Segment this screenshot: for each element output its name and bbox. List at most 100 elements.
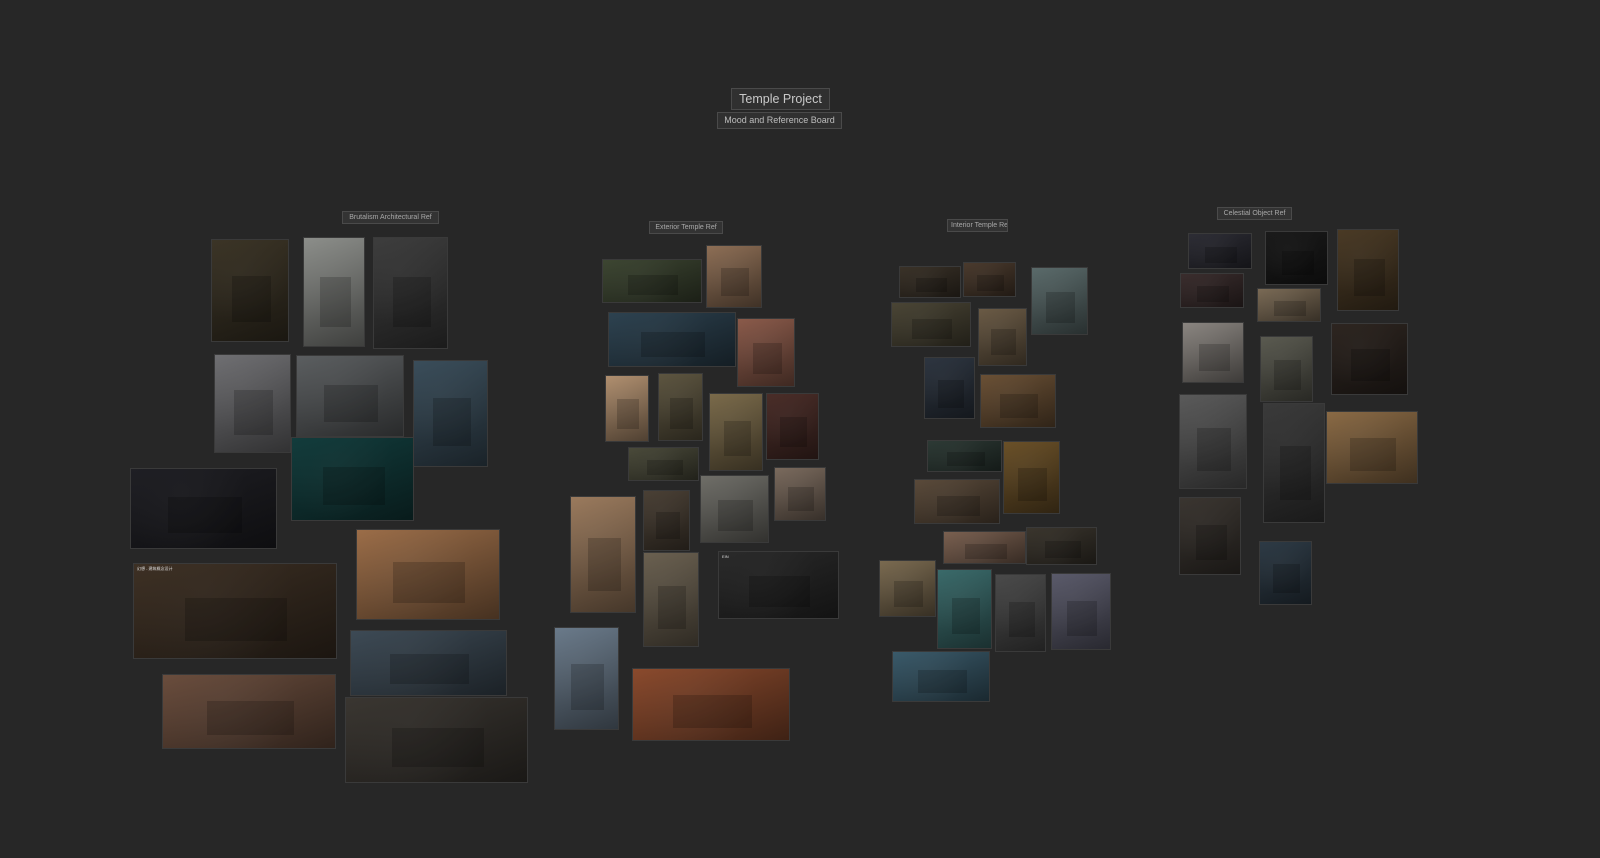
reference-image[interactable] [1331,323,1408,395]
image-highlight [588,538,621,591]
reference-image[interactable] [643,552,699,647]
reference-image[interactable] [345,697,528,783]
reference-image[interactable] [373,237,448,349]
reference-image[interactable] [766,393,819,460]
image-highlight [1196,525,1227,560]
reference-image[interactable] [943,531,1026,564]
image-highlight [721,268,749,296]
reference-image[interactable] [1259,541,1312,605]
reference-image[interactable] [774,467,826,521]
reference-image[interactable] [706,245,762,308]
reference-image[interactable] [709,393,763,471]
image-highlight [780,417,807,447]
reference-image[interactable] [995,574,1046,652]
reference-image[interactable] [1188,233,1252,269]
group-label[interactable]: Celestial Object Ref [1217,207,1292,220]
reference-image[interactable] [554,627,619,730]
reference-image[interactable] [658,373,703,441]
reference-image[interactable] [1260,336,1313,402]
image-highlight [617,399,639,429]
image-highlight [670,398,693,429]
reference-image[interactable]: 幻想 - 建筑概念设计 [133,563,337,659]
image-highlight [1197,286,1229,302]
image-highlight [393,562,465,603]
image-highlight [1046,292,1075,323]
reference-image[interactable] [892,651,990,702]
reference-image[interactable] [1265,231,1328,285]
image-highlight [1199,344,1230,371]
reference-image[interactable]: EIN [718,551,839,619]
reference-image[interactable] [602,259,702,303]
image-highlight [320,277,351,327]
reference-image[interactable] [643,490,690,551]
image-highlight [1018,468,1047,501]
reference-image[interactable] [291,437,414,521]
image-highlight [1273,564,1300,593]
reference-image[interactable] [608,312,736,367]
group-label[interactable]: Interior Temple Ref [947,219,1008,232]
reference-image[interactable] [1026,527,1097,565]
reference-image[interactable] [303,237,365,347]
reference-image[interactable] [700,475,769,543]
reference-image[interactable] [413,360,488,467]
image-highlight [390,654,469,684]
image-highlight [323,467,385,505]
image-highlight [938,380,964,408]
reference-image[interactable] [162,674,336,749]
reference-image[interactable] [632,668,790,741]
group-label[interactable]: Brutalism Architectural Ref [342,211,439,224]
reference-image[interactable] [1179,394,1247,489]
reference-image[interactable] [1003,441,1060,514]
image-highlight [1205,247,1237,263]
reference-image[interactable] [211,239,289,342]
image-highlight [1274,360,1301,390]
reference-image[interactable] [924,357,975,419]
reference-image[interactable] [891,302,971,347]
reference-image[interactable] [605,375,649,442]
image-highlight [641,332,705,357]
image-highlight [724,421,751,456]
image-highlight [1067,601,1097,636]
board-title[interactable]: Temple Project [731,88,830,110]
reference-image[interactable] [1180,273,1244,308]
image-highlight [232,276,271,322]
reference-image[interactable] [1051,573,1111,650]
reference-image[interactable] [356,529,500,620]
reference-image[interactable] [1326,411,1418,484]
reference-image[interactable] [737,318,795,387]
reference-image[interactable] [963,262,1016,297]
reference-image[interactable] [214,354,291,453]
image-highlight [894,581,923,607]
reference-image[interactable] [899,266,961,298]
image-highlight [788,487,814,511]
reference-image[interactable] [980,374,1056,428]
board-subtitle[interactable]: Mood and Reference Board [717,112,842,129]
reference-image[interactable] [628,447,699,481]
reference-image[interactable] [978,308,1027,366]
image-highlight [1000,394,1038,418]
image-caption: 幻想 - 建筑概念设计 [137,566,173,571]
group-label[interactable]: Exterior Temple Ref [649,221,723,234]
image-highlight [234,390,273,435]
image-highlight [1354,259,1385,296]
image-highlight [207,701,294,735]
reference-image[interactable] [570,496,636,613]
reference-image[interactable] [1031,267,1088,335]
reference-image[interactable] [130,468,277,549]
reference-image[interactable] [937,569,992,649]
reference-image[interactable] [879,560,936,617]
image-highlight [1350,438,1396,471]
reference-image[interactable] [927,440,1002,472]
reference-image[interactable] [1337,229,1399,311]
image-highlight [392,728,484,767]
reference-image[interactable] [1182,322,1244,383]
reference-image[interactable] [1257,288,1321,322]
image-highlight [749,576,810,607]
image-highlight [965,544,1007,559]
image-highlight [168,497,242,533]
reference-image[interactable] [914,479,1000,524]
reference-image[interactable] [1263,403,1325,523]
reference-image[interactable] [296,355,404,437]
reference-image[interactable] [1179,497,1241,575]
reference-image[interactable] [350,630,507,696]
